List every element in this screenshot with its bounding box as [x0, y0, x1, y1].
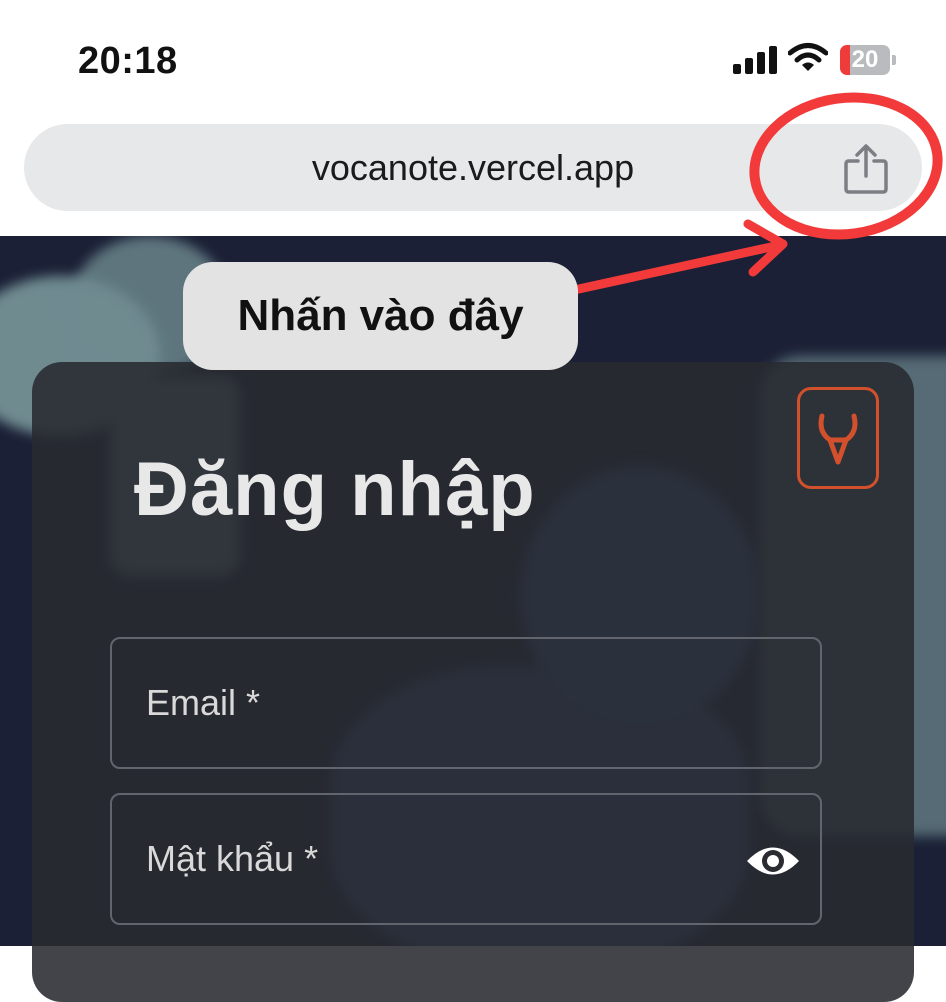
instruction-tooltip: Nhấn vào đây [183, 262, 578, 370]
status-bar: 20:18 20 [0, 0, 946, 118]
share-icon[interactable] [843, 143, 889, 195]
password-label: Mật khẩu * [146, 838, 319, 879]
app-logo [797, 387, 879, 489]
battery-icon: 20 [840, 45, 896, 75]
email-field[interactable]: Email * [110, 637, 822, 769]
url-text[interactable]: vocanote.vercel.app [0, 124, 946, 211]
instruction-text: Nhấn vào đây [237, 291, 524, 340]
page-title: Đăng nhập [134, 447, 536, 532]
email-label: Email * [146, 682, 261, 723]
eye-icon[interactable] [745, 836, 801, 886]
status-time: 20:18 [78, 40, 178, 82]
wifi-icon [788, 43, 828, 71]
password-field[interactable]: Mật khẩu * [110, 793, 822, 925]
cellular-signal-icon [733, 46, 777, 74]
logo-icon [818, 413, 858, 465]
battery-level: 20 [851, 46, 879, 73]
